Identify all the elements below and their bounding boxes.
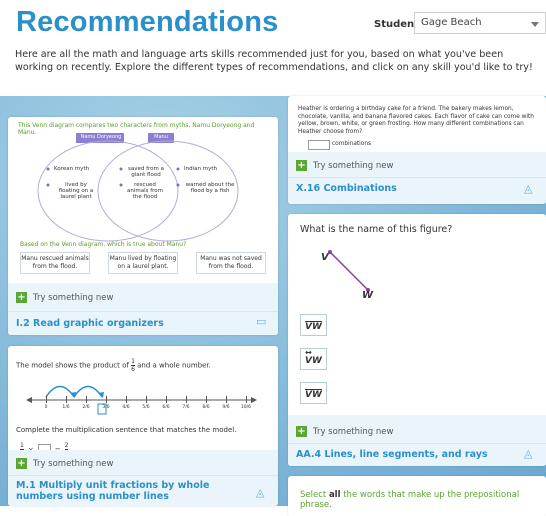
answer-option[interactable]: VW [300, 314, 327, 336]
skill-link[interactable]: I.2 Read graphic organizers [16, 318, 164, 329]
venn-option[interactable]: Manu rescued animals from the flood. [20, 252, 90, 274]
venn-right-item: Indian myth [184, 166, 217, 172]
try-label: Try something new [33, 458, 114, 469]
card-footer: + Try something new AA.4 Lines, line seg… [288, 415, 546, 466]
combinations-text: Heather is ordering a birthday cake for … [298, 106, 534, 135]
skill-link[interactable]: X.16 Combinations [296, 183, 397, 194]
venn-middle-item: rescued animals from the flood [126, 182, 164, 200]
venn-right-label: Manu [154, 134, 168, 140]
try-something-new[interactable]: + Try something new [16, 458, 113, 469]
point-w-label: W [362, 290, 374, 301]
book-icon: ▭ [256, 315, 267, 328]
number-line-tick [246, 396, 247, 403]
shapes-icon: ◬ [524, 182, 533, 195]
number-line-tick-label: 1/6 [62, 405, 70, 410]
try-label: Try something new [33, 292, 114, 303]
lines-question: What is the name of this figure? [300, 224, 453, 235]
double-arrow-icon: ↔ [305, 348, 312, 357]
combinations-input[interactable] [308, 140, 330, 150]
shapes-icon: ◬ [256, 486, 265, 499]
answer-option[interactable]: ↔ VW [300, 348, 327, 370]
divider [8, 311, 278, 312]
divider [8, 475, 278, 476]
fraction-text-after: and a whole number. [137, 361, 211, 370]
number-line [26, 385, 257, 415]
fraction-text: The model shows the product of 1 6 and a… [16, 358, 211, 373]
number-line-tick-label: 6/6 [162, 405, 170, 410]
plus-icon: + [16, 458, 27, 469]
card-preposition[interactable]: Select all the words that make up the pr… [288, 476, 546, 516]
number-line-tick-label: 4/6 [122, 405, 130, 410]
answer-option[interactable]: VW [300, 382, 327, 404]
card-lines[interactable]: What is the name of this figure? V W VW … [288, 214, 546, 466]
preposition-text-before: Select [300, 490, 327, 500]
card-footer: + Try something new X.16 Combinations ◬ [288, 152, 546, 204]
chevron-down-icon [531, 22, 539, 27]
number-line-tick [166, 396, 167, 403]
venn-question: Based on the Venn diagram, which is true… [20, 241, 187, 248]
number-line-tick [86, 396, 87, 403]
plus-icon: + [296, 160, 307, 171]
venn-left-item: lived by floating on a laurel plant [58, 182, 94, 200]
card-footer: + Try something new I.2 Read graphic org… [8, 283, 278, 335]
fraction-prompt: Complete the multiplication sentence tha… [16, 426, 237, 434]
card-footer: + Try something new M.1 Multiply unit fr… [8, 450, 278, 506]
divider [288, 177, 546, 178]
try-label: Try something new [313, 426, 394, 437]
venn-option[interactable]: Manu lived by floating on a laurel plant… [108, 252, 178, 274]
card-combinations[interactable]: Heather is ordering a birthday cake for … [288, 96, 546, 204]
combinations-unit: combinations [332, 141, 372, 147]
number-line-tick-label: 8/6 [202, 405, 210, 410]
preposition-text-bold: all [328, 490, 341, 500]
number-line-tick-label: 10/6 [240, 405, 252, 410]
try-something-new[interactable]: + Try something new [296, 160, 393, 171]
venn-middle-item: saved from a giant flood [127, 166, 165, 178]
number-line-tick [146, 396, 147, 403]
intro-text: Here are all the math and language arts … [15, 49, 533, 73]
fraction-text-before: The model shows the product of [16, 361, 129, 370]
number-line-tick [66, 396, 67, 403]
student-label: Student [374, 19, 419, 30]
venn-left-label: Namu Doryeong [80, 134, 122, 140]
skill-link[interactable]: M.1 Multiply unit fractions by whole num… [16, 480, 226, 502]
number-line-tick-label: 0 [44, 405, 48, 410]
fraction-denominator: 6 [131, 366, 135, 373]
number-line-tick-label: 7/6 [182, 405, 190, 410]
number-line-tick-label: 5/6 [142, 405, 150, 410]
number-line-tick-label: 2/6 [82, 405, 90, 410]
number-line-tick [126, 396, 127, 403]
point-v-label: V [321, 252, 329, 263]
number-line-tick-label: 3/6 [102, 405, 110, 410]
venn-right-item: warned about the flood by a fish [185, 182, 235, 194]
number-line-tick-label: 9/6 [222, 405, 230, 410]
number-line-tick [226, 396, 227, 403]
shapes-icon: ◬ [524, 447, 533, 460]
number-line-tick [186, 396, 187, 403]
page-header: Recommendations Student Gage Beach Here … [0, 0, 546, 96]
student-select[interactable]: Gage Beach [414, 12, 546, 34]
skill-link[interactable]: AA.4 Lines, line segments, and rays [296, 449, 488, 460]
card-venn[interactable]: This Venn diagram compares two character… [8, 117, 278, 335]
number-line-tick [206, 396, 207, 403]
student-select-value: Gage Beach [421, 17, 482, 28]
fraction-numerator: 1 [131, 358, 135, 366]
plus-icon: + [296, 426, 307, 437]
number-line-tick [46, 396, 47, 403]
card-fractions[interactable]: The model shows the product of 1 6 and a… [8, 346, 278, 506]
try-something-new[interactable]: + Try something new [16, 292, 113, 303]
fraction: 1 6 [131, 358, 135, 373]
plus-icon: + [16, 292, 27, 303]
page-title: Recommendations [16, 6, 279, 38]
venn-option[interactable]: Manu was not saved from the flood. [196, 252, 266, 274]
eq-numerator: 1 [20, 442, 24, 450]
result-numerator: 2 [64, 442, 69, 450]
try-label: Try something new [313, 160, 394, 171]
preposition-text: Select all the words that make up the pr… [300, 490, 546, 510]
number-line-tick [106, 396, 107, 403]
try-something-new[interactable]: + Try something new [296, 426, 393, 437]
venn-left-item: Korean myth [54, 166, 90, 172]
divider [288, 443, 546, 444]
